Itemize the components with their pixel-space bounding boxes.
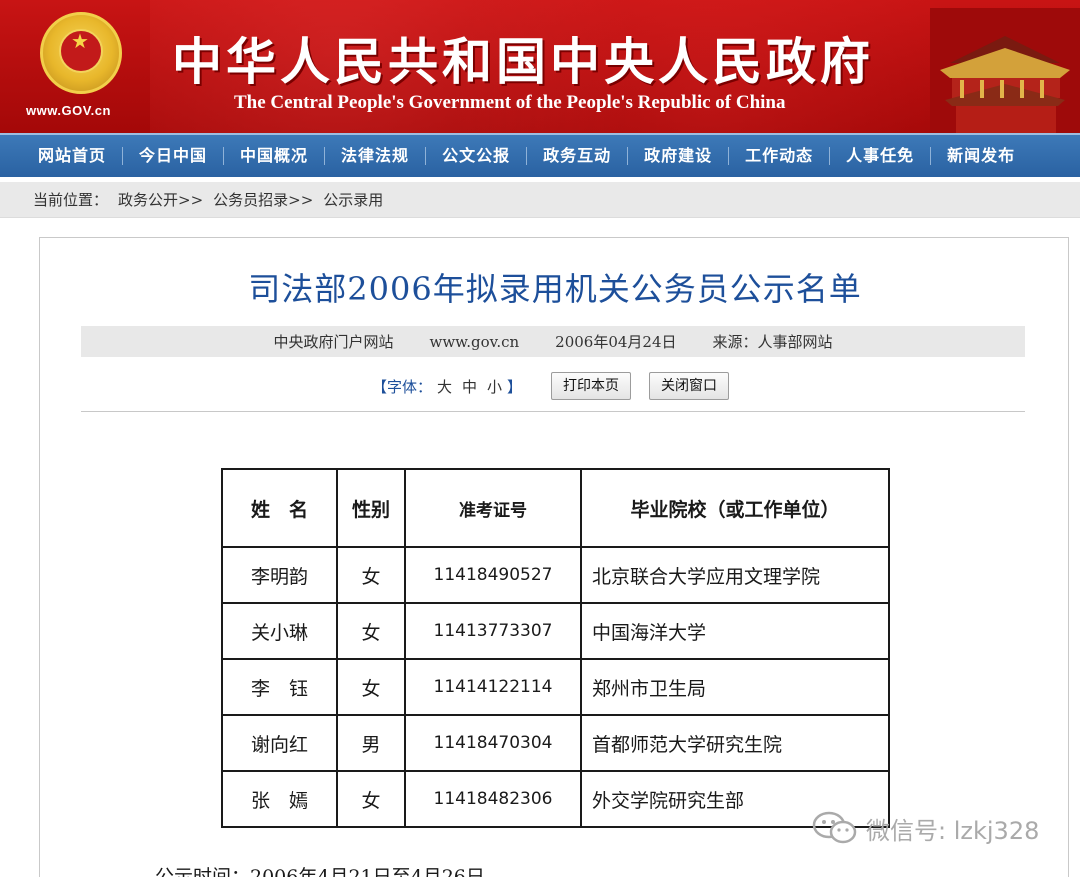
source-url: www.gov.cn [429, 332, 520, 351]
table-row: 李明韵 女 11418490527 北京联合大学应用文理学院 [221, 546, 890, 604]
cell-gender: 男 [336, 714, 406, 772]
site-title-chinese: 中华人民共和国中央人民政府 [172, 33, 874, 91]
article-tools: 【字体： 大中小】 打印本页 关闭窗口 [40, 370, 1070, 402]
source-site: 中央政府门户网站 [273, 333, 394, 351]
table-header-row: 姓 名 性别 准考证号 毕业院校（或工作单位） [221, 468, 890, 548]
table-row: 谢向红 男 11418470304 首都师范大学研究生院 [221, 714, 890, 772]
site-url: www.GOV.cn [26, 103, 111, 118]
article-source: 来源：人事部网站 [712, 333, 833, 351]
cell-exam-id: 11413773307 [404, 602, 582, 660]
announcement-period: 公示时间：2006年4月21日至4月26日 [155, 866, 485, 877]
cell-gender: 女 [336, 602, 406, 660]
cell-exam-id: 11414122114 [404, 658, 582, 716]
table-row: 李 钰 女 11414122114 郑州市卫生局 [221, 658, 890, 716]
breadcrumb-item-recruitment[interactable]: 公务员招录>> [213, 189, 313, 210]
font-size-selector: 【字体： 大中小】 [372, 376, 522, 397]
cell-gender: 女 [336, 770, 406, 828]
nav-item-laws[interactable]: 法律法规 [325, 147, 427, 165]
column-header-exam-id: 准考证号 [404, 468, 582, 548]
publish-date: 2006年04月24日 [555, 333, 677, 351]
nav-item-home[interactable]: 网站首页 [0, 147, 124, 165]
nav-item-interaction[interactable]: 政务互动 [527, 147, 629, 165]
cell-exam-id: 11418490527 [404, 546, 582, 604]
nav-item-china-overview[interactable]: 中国概况 [224, 147, 326, 165]
breadcrumb-item-gov-affairs[interactable]: 政务公开>> [118, 189, 203, 210]
nav-item-work-news[interactable]: 工作动态 [729, 147, 831, 165]
star-icon: ★ [71, 29, 89, 53]
cell-school: 中国海洋大学 [580, 602, 890, 660]
cell-name: 张 嫣 [221, 770, 338, 828]
column-header-name: 姓 名 [221, 468, 338, 548]
header-banner: ★ www.GOV.cn 中华人民共和国中央人民政府 The Central P… [0, 0, 1080, 133]
column-header-school: 毕业院校（或工作单位） [580, 468, 890, 548]
article-title: 司法部2006年拟录用机关公务员公示名单 [248, 270, 862, 308]
cell-gender: 女 [336, 658, 406, 716]
site-title-english: The Central People's Government of the P… [234, 92, 786, 113]
cell-school: 北京联合大学应用文理学院 [580, 546, 890, 604]
breadcrumb: 当前位置： 政务公开>> 公务员招录>> 公示录用 [0, 182, 1080, 218]
cell-exam-id: 11418470304 [404, 714, 582, 772]
print-button[interactable]: 打印本页 [551, 372, 632, 400]
breadcrumb-item-announcement[interactable]: 公示录用 [323, 189, 383, 210]
cell-name: 李 钰 [221, 658, 338, 716]
nav-item-bulletins[interactable]: 公文公报 [426, 147, 528, 165]
wechat-watermark: 微信号: lzkj328 [812, 808, 1039, 848]
article-container: 司法部2006年拟录用机关公务员公示名单 中央政府门户网站 www.gov.cn… [39, 237, 1069, 877]
candidate-table: 姓 名 性别 准考证号 毕业院校（或工作单位） 李明韵 女 1141849052… [221, 468, 890, 828]
font-size-label-close: 】 [507, 377, 523, 396]
nav-item-press-release[interactable]: 新闻发布 [931, 147, 1015, 165]
table-row: 张 嫣 女 11418482306 外交学院研究生部 [221, 770, 890, 828]
tiananmen-icon [930, 8, 1080, 133]
cell-exam-id: 11418482306 [404, 770, 582, 828]
close-window-button[interactable]: 关闭窗口 [649, 372, 730, 400]
column-header-gender: 性别 [336, 468, 406, 548]
font-small-link[interactable]: 小 [487, 378, 502, 396]
cell-name: 谢向红 [221, 714, 338, 772]
wechat-icon [812, 811, 857, 844]
breadcrumb-label: 当前位置： [33, 191, 109, 209]
cell-school: 首都师范大学研究生院 [580, 714, 890, 772]
main-nav: 网站首页 今日中国 中国概况 法律法规 公文公报 政务互动 政府建设 工作动态 … [0, 133, 1080, 177]
nav-item-appointments[interactable]: 人事任免 [830, 147, 932, 165]
watermark-text: 微信号: lzkj328 [866, 816, 1040, 845]
nav-item-government-building[interactable]: 政府建设 [628, 147, 730, 165]
cell-name: 关小琳 [221, 602, 338, 660]
nav-item-today-china[interactable]: 今日中国 [123, 147, 225, 165]
font-medium-link[interactable]: 中 [462, 378, 477, 396]
divider [81, 411, 1025, 412]
table-row: 关小琳 女 11413773307 中国海洋大学 [221, 602, 890, 660]
cell-gender: 女 [336, 546, 406, 604]
cell-name: 李明韵 [221, 546, 338, 604]
font-large-link[interactable]: 大 [437, 378, 452, 396]
national-emblem-icon[interactable]: ★ [40, 12, 122, 94]
article-meta: 中央政府门户网站 www.gov.cn 2006年04月24日 来源：人事部网站 [81, 326, 1025, 357]
cell-school: 郑州市卫生局 [580, 658, 890, 716]
font-size-label-open: 【字体： [371, 377, 432, 396]
